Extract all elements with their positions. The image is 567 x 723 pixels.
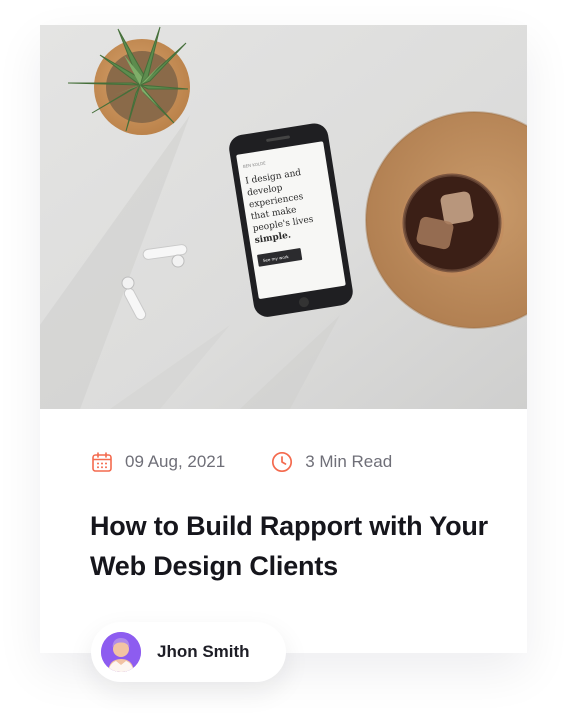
post-image[interactable]: BEN KOLDE I design and develop experienc… (40, 25, 527, 409)
calendar-icon (92, 452, 112, 472)
blog-card-stage: BEN KOLDE I design and develop experienc… (0, 0, 567, 723)
clock-icon (272, 451, 293, 473)
avatar (101, 632, 141, 672)
post-read-time: 3 Min Read (271, 451, 392, 473)
author-name[interactable]: Jhon Smith (157, 642, 250, 662)
post-date: 09 Aug, 2021 (91, 451, 225, 473)
post-title[interactable]: How to Build Rapport with Your Web Desig… (90, 506, 490, 586)
blog-post-card[interactable]: BEN KOLDE I design and develop experienc… (40, 25, 527, 653)
post-meta: 09 Aug, 2021 3 Min Read (91, 450, 392, 474)
post-read-time-text: 3 Min Read (305, 452, 393, 471)
post-date-text: 09 Aug, 2021 (125, 452, 226, 471)
author-chip[interactable]: Jhon Smith (91, 622, 286, 682)
